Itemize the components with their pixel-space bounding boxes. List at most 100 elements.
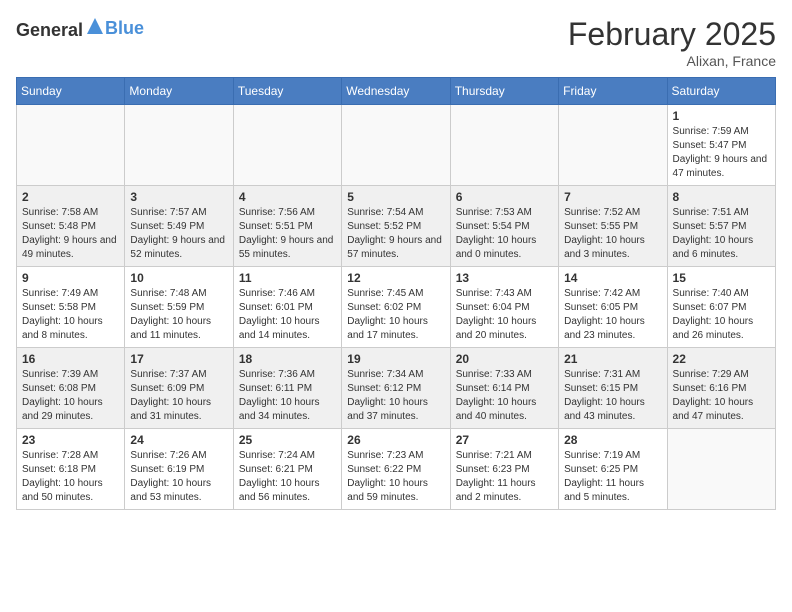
calendar-body: 1 Sunrise: 7:59 AM Sunset: 5:47 PM Daylig…	[17, 105, 776, 510]
day-info: Sunrise: 7:37 AM Sunset: 6:09 PM Dayligh…	[130, 368, 227, 424]
day-number: 11	[239, 271, 336, 285]
day-info: Sunrise: 7:46 AM Sunset: 6:01 PM Dayligh…	[239, 287, 336, 343]
day-info: Sunrise: 7:26 AM Sunset: 6:19 PM Dayligh…	[130, 449, 227, 505]
day-number: 28	[564, 433, 661, 447]
calendar-week-row: 23 Sunrise: 7:28 AM Sunset: 6:18 PM Dayli…	[17, 429, 776, 510]
calendar-day-cell: 19Sunrise: 7:34 AM Sunset: 6:12 PM Dayli…	[342, 348, 450, 429]
day-number: 27	[456, 433, 553, 447]
day-number: 23	[22, 433, 119, 447]
location: Alixan, France	[568, 53, 776, 69]
calendar-day-cell: 24 Sunrise: 7:26 AM Sunset: 6:19 PM Dayli…	[125, 429, 233, 510]
day-number: 16	[22, 352, 119, 366]
weekday-header-sunday: Sunday	[17, 78, 125, 105]
day-info: Sunrise: 7:24 AM Sunset: 6:21 PM Dayligh…	[239, 449, 336, 505]
day-number: 8	[673, 190, 770, 204]
calendar-day-cell: 21 Sunrise: 7:31 AM Sunset: 6:15 PM Dayli…	[559, 348, 667, 429]
day-info: Sunrise: 7:48 AM Sunset: 5:59 PM Dayligh…	[130, 287, 227, 343]
day-info: Sunrise: 7:56 AM Sunset: 5:51 PM Dayligh…	[239, 206, 336, 262]
day-info: Sunrise: 7:21 AM Sunset: 6:23 PM Dayligh…	[456, 449, 553, 505]
calendar-week-row: 16Sunrise: 7:39 AM Sunset: 6:08 PM Dayli…	[17, 348, 776, 429]
calendar-day-cell	[559, 105, 667, 186]
calendar-day-cell: 5Sunrise: 7:54 AM Sunset: 5:52 PM Daylig…	[342, 186, 450, 267]
calendar-day-cell: 8 Sunrise: 7:51 AM Sunset: 5:57 PM Daylig…	[667, 186, 775, 267]
calendar-day-cell: 15 Sunrise: 7:40 AM Sunset: 6:07 PM Dayli…	[667, 267, 775, 348]
day-info: Sunrise: 7:51 AM Sunset: 5:57 PM Dayligh…	[673, 206, 770, 262]
page-header: General Blue February 2025 Alixan, Franc…	[16, 16, 776, 69]
title-block: February 2025 Alixan, France	[568, 16, 776, 69]
calendar-day-cell	[342, 105, 450, 186]
calendar-day-cell: 17 Sunrise: 7:37 AM Sunset: 6:09 PM Dayli…	[125, 348, 233, 429]
calendar-day-cell: 27 Sunrise: 7:21 AM Sunset: 6:23 PM Dayli…	[450, 429, 558, 510]
day-number: 6	[456, 190, 553, 204]
calendar-day-cell: 16Sunrise: 7:39 AM Sunset: 6:08 PM Dayli…	[17, 348, 125, 429]
calendar-day-cell: 25Sunrise: 7:24 AM Sunset: 6:21 PM Dayli…	[233, 429, 341, 510]
calendar-day-cell	[17, 105, 125, 186]
day-number: 1	[673, 109, 770, 123]
day-number: 7	[564, 190, 661, 204]
weekday-header-friday: Friday	[559, 78, 667, 105]
weekday-header-wednesday: Wednesday	[342, 78, 450, 105]
weekday-header-thursday: Thursday	[450, 78, 558, 105]
logo-blue: Blue	[105, 18, 144, 38]
calendar-day-cell: 10 Sunrise: 7:48 AM Sunset: 5:59 PM Dayli…	[125, 267, 233, 348]
weekday-header-monday: Monday	[125, 78, 233, 105]
month-title: February 2025	[568, 16, 776, 53]
calendar-day-cell: 11 Sunrise: 7:46 AM Sunset: 6:01 PM Dayli…	[233, 267, 341, 348]
day-number: 12	[347, 271, 444, 285]
day-number: 24	[130, 433, 227, 447]
day-info: Sunrise: 7:42 AM Sunset: 6:05 PM Dayligh…	[564, 287, 661, 343]
day-info: Sunrise: 7:33 AM Sunset: 6:14 PM Dayligh…	[456, 368, 553, 424]
day-number: 19	[347, 352, 444, 366]
day-info: Sunrise: 7:57 AM Sunset: 5:49 PM Dayligh…	[130, 206, 227, 262]
day-info: Sunrise: 7:52 AM Sunset: 5:55 PM Dayligh…	[564, 206, 661, 262]
calendar-day-cell	[125, 105, 233, 186]
day-number: 26	[347, 433, 444, 447]
day-number: 21	[564, 352, 661, 366]
calendar-day-cell: 2 Sunrise: 7:58 AM Sunset: 5:48 PM Daylig…	[17, 186, 125, 267]
calendar-week-row: 2 Sunrise: 7:58 AM Sunset: 5:48 PM Daylig…	[17, 186, 776, 267]
calendar-week-row: 9 Sunrise: 7:49 AM Sunset: 5:58 PM Daylig…	[17, 267, 776, 348]
calendar-day-cell: 13Sunrise: 7:43 AM Sunset: 6:04 PM Dayli…	[450, 267, 558, 348]
day-number: 4	[239, 190, 336, 204]
day-info: Sunrise: 7:59 AM Sunset: 5:47 PM Dayligh…	[673, 125, 770, 181]
calendar-week-row: 1 Sunrise: 7:59 AM Sunset: 5:47 PM Daylig…	[17, 105, 776, 186]
day-info: Sunrise: 7:28 AM Sunset: 6:18 PM Dayligh…	[22, 449, 119, 505]
day-number: 15	[673, 271, 770, 285]
calendar-day-cell	[667, 429, 775, 510]
calendar-day-cell: 4 Sunrise: 7:56 AM Sunset: 5:51 PM Daylig…	[233, 186, 341, 267]
calendar-day-cell	[233, 105, 341, 186]
calendar-header-row: SundayMondayTuesdayWednesdayThursdayFrid…	[17, 78, 776, 105]
day-info: Sunrise: 7:53 AM Sunset: 5:54 PM Dayligh…	[456, 206, 553, 262]
calendar-day-cell: 23 Sunrise: 7:28 AM Sunset: 6:18 PM Dayli…	[17, 429, 125, 510]
calendar-day-cell: 12 Sunrise: 7:45 AM Sunset: 6:02 PM Dayli…	[342, 267, 450, 348]
calendar-day-cell: 1 Sunrise: 7:59 AM Sunset: 5:47 PM Daylig…	[667, 105, 775, 186]
calendar-day-cell: 7 Sunrise: 7:52 AM Sunset: 5:55 PM Daylig…	[559, 186, 667, 267]
weekday-header-saturday: Saturday	[667, 78, 775, 105]
weekday-header-tuesday: Tuesday	[233, 78, 341, 105]
day-info: Sunrise: 7:45 AM Sunset: 6:02 PM Dayligh…	[347, 287, 444, 343]
day-info: Sunrise: 7:19 AM Sunset: 6:25 PM Dayligh…	[564, 449, 661, 505]
calendar-day-cell: 22Sunrise: 7:29 AM Sunset: 6:16 PM Dayli…	[667, 348, 775, 429]
calendar-day-cell: 20 Sunrise: 7:33 AM Sunset: 6:14 PM Dayli…	[450, 348, 558, 429]
day-number: 20	[456, 352, 553, 366]
calendar-table: SundayMondayTuesdayWednesdayThursdayFrid…	[16, 77, 776, 510]
day-info: Sunrise: 7:43 AM Sunset: 6:04 PM Dayligh…	[456, 287, 553, 343]
day-info: Sunrise: 7:36 AM Sunset: 6:11 PM Dayligh…	[239, 368, 336, 424]
day-info: Sunrise: 7:23 AM Sunset: 6:22 PM Dayligh…	[347, 449, 444, 505]
day-info: Sunrise: 7:29 AM Sunset: 6:16 PM Dayligh…	[673, 368, 770, 424]
calendar-day-cell: 18Sunrise: 7:36 AM Sunset: 6:11 PM Dayli…	[233, 348, 341, 429]
day-info: Sunrise: 7:31 AM Sunset: 6:15 PM Dayligh…	[564, 368, 661, 424]
day-info: Sunrise: 7:49 AM Sunset: 5:58 PM Dayligh…	[22, 287, 119, 343]
calendar-day-cell: 28 Sunrise: 7:19 AM Sunset: 6:25 PM Dayli…	[559, 429, 667, 510]
logo: General Blue	[16, 16, 144, 41]
calendar-day-cell	[450, 105, 558, 186]
day-info: Sunrise: 7:40 AM Sunset: 6:07 PM Dayligh…	[673, 287, 770, 343]
calendar-day-cell: 26 Sunrise: 7:23 AM Sunset: 6:22 PM Dayli…	[342, 429, 450, 510]
day-info: Sunrise: 7:58 AM Sunset: 5:48 PM Dayligh…	[22, 206, 119, 262]
day-number: 17	[130, 352, 227, 366]
calendar-day-cell: 9 Sunrise: 7:49 AM Sunset: 5:58 PM Daylig…	[17, 267, 125, 348]
calendar-day-cell: 6 Sunrise: 7:53 AM Sunset: 5:54 PM Daylig…	[450, 186, 558, 267]
day-number: 2	[22, 190, 119, 204]
day-number: 9	[22, 271, 119, 285]
day-number: 10	[130, 271, 227, 285]
